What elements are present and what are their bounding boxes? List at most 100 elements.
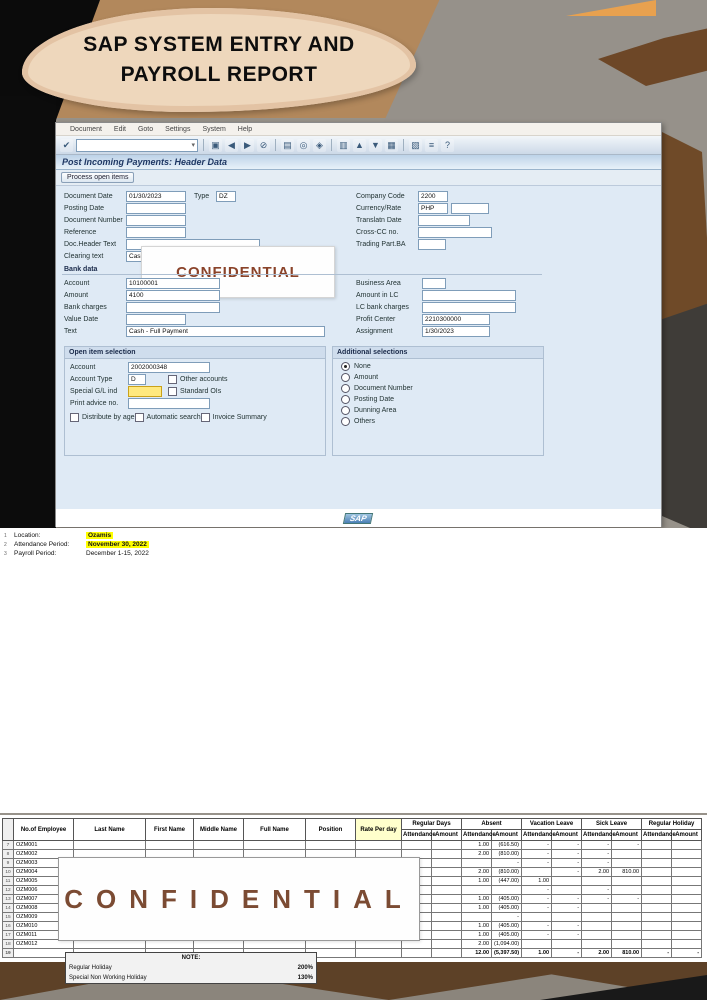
radio-amount[interactable]: Amount <box>341 372 413 383</box>
checkbox-distribute-by-age[interactable]: Distribute by age <box>70 412 135 423</box>
oi-account-label: Account <box>70 364 96 371</box>
find-next-icon[interactable]: ◈ <box>313 138 326 152</box>
menu-item-document[interactable]: Document <box>70 126 102 133</box>
posting-date-field[interactable] <box>126 203 186 214</box>
other-accounts-checkbox[interactable]: Other accounts <box>168 375 227 384</box>
payroll-value-cell <box>641 876 673 886</box>
next-page-icon[interactable]: ▼ <box>369 138 382 152</box>
radio-others[interactable]: Others <box>341 416 413 427</box>
payroll-value-cell: 2.00 <box>581 948 613 958</box>
checkbox-automatic-search[interactable]: Automatic search <box>134 412 201 423</box>
bank-account-field[interactable]: 10100001 <box>126 278 220 289</box>
bank-text-field[interactable]: Cash - Full Payment <box>126 326 325 337</box>
save-icon[interactable]: ▣ <box>209 138 222 152</box>
payroll-value-cell <box>611 876 643 886</box>
menu-item-edit[interactable]: Edit <box>114 126 126 133</box>
payroll-value-cell <box>581 876 613 886</box>
profit-center-field[interactable]: 2210300000 <box>422 314 490 325</box>
business-area-field[interactable] <box>422 278 446 289</box>
document-number-label: Document Number <box>64 217 123 224</box>
help-icon[interactable]: ? <box>441 138 454 152</box>
radio-dunning-area[interactable]: Dunning Area <box>341 405 413 416</box>
payroll-value-cell <box>551 885 583 895</box>
cross-cc-field[interactable] <box>418 227 492 238</box>
radio-icon <box>341 362 350 371</box>
special-gl-field[interactable] <box>128 386 162 397</box>
checkbox-invoice-summary[interactable]: Invoice Summary <box>200 412 267 423</box>
shortcut-icon[interactable]: ≡ <box>425 138 438 152</box>
radio-posting-date[interactable]: Posting Date <box>341 394 413 405</box>
account-type-field[interactable]: D <box>128 374 146 385</box>
value-date-field[interactable] <box>126 314 186 325</box>
payroll-subheader: Amount <box>551 829 583 841</box>
last-page-icon[interactable]: ▦ <box>385 138 398 152</box>
radio-document-number[interactable]: Document Number <box>341 383 413 394</box>
print-advice-field[interactable] <box>128 398 210 409</box>
payroll-group-header: Sick Leave <box>581 818 643 830</box>
rate-field[interactable] <box>451 203 489 214</box>
reference-field[interactable] <box>126 227 186 238</box>
cancel-icon[interactable]: ⊘ <box>257 138 270 152</box>
open-item-checkbox-list: Distribute by age Automatic search Invoice… <box>70 412 267 424</box>
payroll-value-cell: - <box>521 921 553 931</box>
company-code-field[interactable]: 2200 <box>418 191 448 202</box>
payroll-value-cell <box>671 867 703 877</box>
menu-item-goto[interactable]: Goto <box>138 126 153 133</box>
payroll-value-cell <box>641 903 673 913</box>
payroll-value-cell <box>430 939 463 949</box>
clearing-text-label: Clearing text <box>64 253 104 260</box>
checkbox-icon <box>168 375 177 384</box>
row-number: 2 <box>4 541 7 548</box>
first-page-icon[interactable]: ▥ <box>337 138 350 152</box>
menu-item-settings[interactable]: Settings <box>165 126 190 133</box>
lc-bank-charges-field[interactable] <box>422 302 516 313</box>
lc-bank-charges-label: LC bank charges <box>356 304 409 311</box>
payroll-value-cell: (616.50) <box>491 840 523 850</box>
payroll-value-cell <box>430 912 463 922</box>
currency-field[interactable]: PHP <box>418 203 448 214</box>
payroll-value-cell: - <box>551 840 583 850</box>
translation-date-field[interactable] <box>418 215 470 226</box>
process-open-items-button[interactable]: Process open items <box>61 172 135 183</box>
payroll-value-cell <box>581 903 613 913</box>
rate-cell <box>355 948 402 958</box>
payroll-value-cell: - <box>551 858 583 868</box>
new-session-icon[interactable]: ▧ <box>409 138 422 152</box>
menu-item-help[interactable]: Help <box>238 126 252 133</box>
radio-label: Document Number <box>354 385 413 392</box>
radio-none[interactable]: None <box>341 361 413 372</box>
prev-page-icon[interactable]: ▲ <box>353 138 366 152</box>
command-field[interactable]: ▾ <box>76 138 198 152</box>
row-number: 19 <box>2 948 14 958</box>
radio-icon <box>341 373 350 382</box>
find-icon[interactable]: ◎ <box>297 138 310 152</box>
info-value: December 1-15, 2022 <box>86 550 149 557</box>
trading-part-field[interactable] <box>418 239 446 250</box>
payroll-value-cell: 810.00 <box>611 948 643 958</box>
bank-charges-field[interactable] <box>126 302 220 313</box>
print-icon[interactable]: ▤ <box>281 138 294 152</box>
assignment-field[interactable]: 1/30/2023 <box>422 326 490 337</box>
document-number-field[interactable] <box>126 215 186 226</box>
menu-item-system[interactable]: System <box>202 126 225 133</box>
payroll-value-cell: - <box>551 903 583 913</box>
payroll-value-cell: - <box>521 930 553 940</box>
payroll-value-cell <box>671 921 703 931</box>
forward-icon[interactable]: ▶ <box>241 138 254 152</box>
payroll-subheader: Attendance <box>461 829 496 841</box>
row-number: 9 <box>2 858 14 868</box>
info-value: November 30, 2022 <box>86 541 149 548</box>
type-field[interactable]: DZ <box>216 191 236 202</box>
payroll-value-cell: - <box>491 858 523 868</box>
bank-amount-field[interactable]: 4100 <box>126 290 220 301</box>
standard-oi-checkbox[interactable]: Standard OIs <box>168 387 221 396</box>
oi-account-field[interactable]: 2002000348 <box>128 362 210 373</box>
bg-black-left-strip <box>0 96 56 532</box>
amount-lc-field[interactable] <box>422 290 516 301</box>
page-canvas: SAP SYSTEM ENTRY AND PAYROLL REPORT Docu… <box>0 0 707 1000</box>
back-icon[interactable]: ◀ <box>225 138 238 152</box>
document-date-field[interactable]: 01/30/2023 <box>126 191 186 202</box>
payroll-value-cell <box>671 912 703 922</box>
enter-icon[interactable]: ✔ <box>60 138 73 152</box>
payroll-value-cell: - <box>611 840 643 850</box>
